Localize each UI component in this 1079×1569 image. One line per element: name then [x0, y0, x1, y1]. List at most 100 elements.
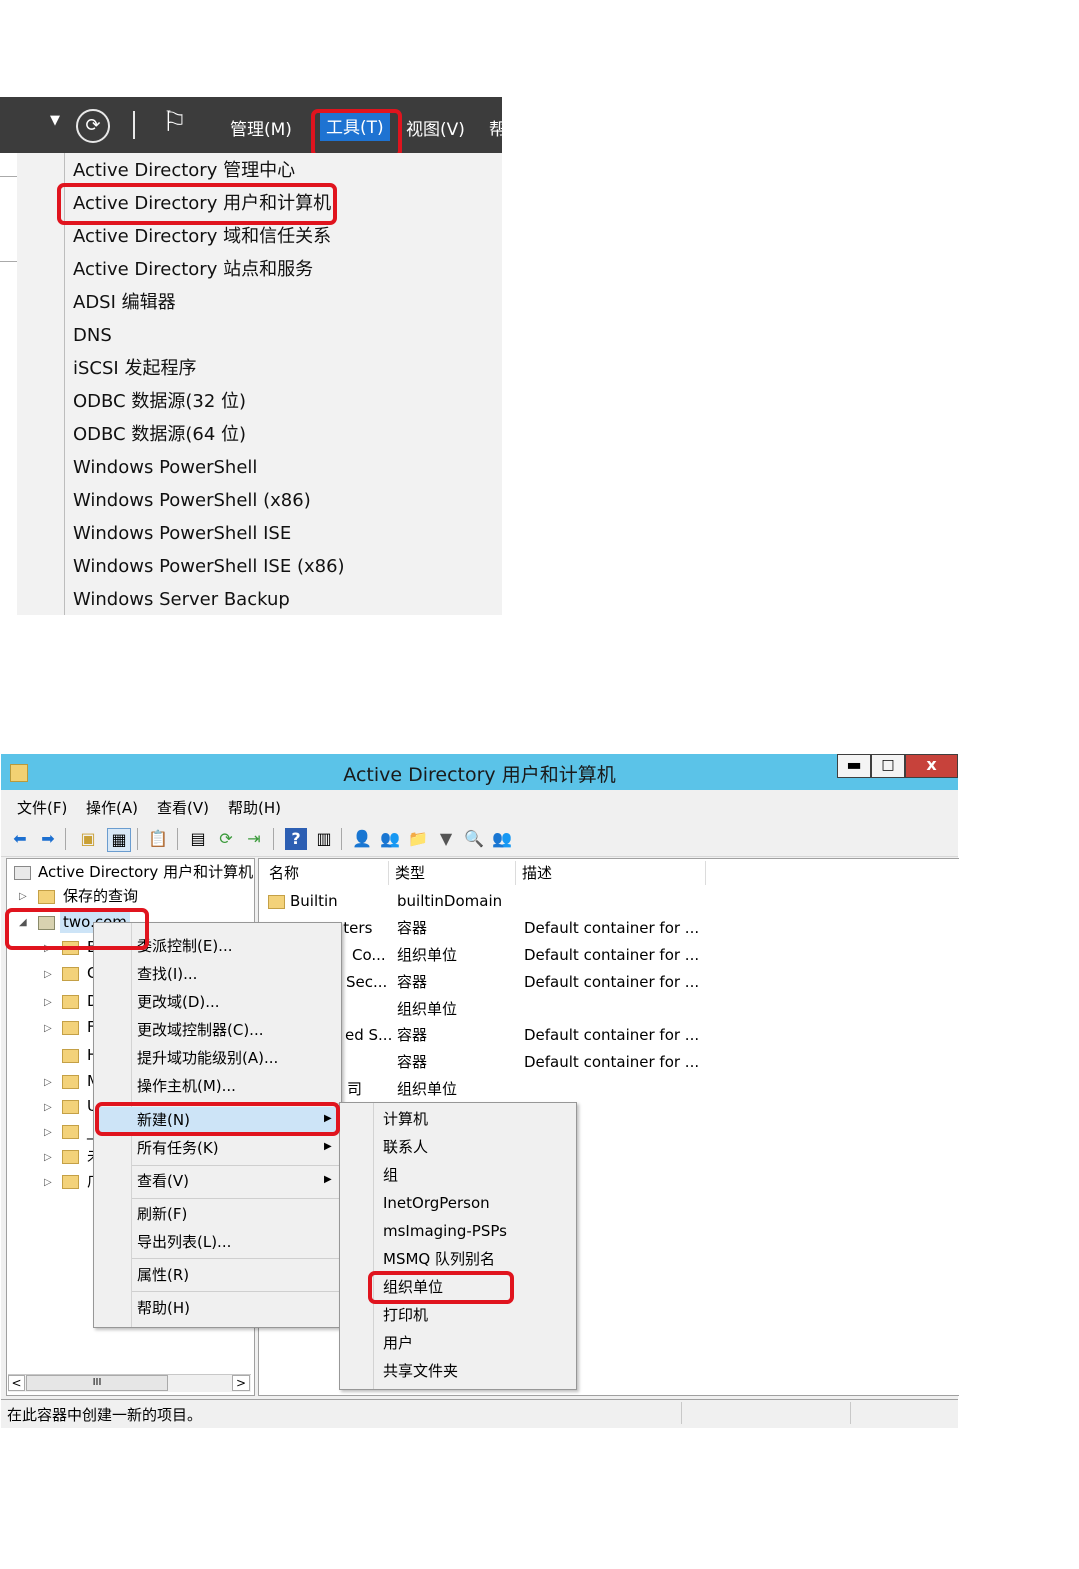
tools-item-odbc-64[interactable]: ODBC 数据源(64 位): [73, 422, 246, 448]
ctx-refresh[interactable]: 刷新(F): [137, 1202, 187, 1226]
column-header-type[interactable]: 类型: [389, 861, 516, 885]
tools-item-iscsi[interactable]: iSCSI 发起程序: [73, 356, 196, 382]
column-header-desc[interactable]: 描述: [516, 861, 706, 885]
row-desc: Default container for ...: [524, 1026, 700, 1044]
folder-icon: [268, 895, 285, 909]
tools-item-adsi-edit[interactable]: ADSI 编辑器: [73, 290, 176, 316]
scroll-left-button[interactable]: <: [8, 1375, 25, 1391]
ctx-find[interactable]: 查找(I)...: [137, 962, 197, 986]
menu-view[interactable]: 查看(V): [157, 797, 209, 818]
ctx-properties[interactable]: 属性(R): [137, 1263, 189, 1287]
expand-arrow-icon[interactable]: ▷: [44, 1152, 52, 1163]
filter-icon[interactable]: ▼: [435, 828, 457, 850]
new-group[interactable]: 组: [383, 1163, 398, 1187]
new-user-icon[interactable]: 👤: [351, 828, 373, 850]
row-type: 容器: [397, 973, 428, 991]
ctx-help[interactable]: 帮助(H): [137, 1296, 190, 1320]
ctx-export-list[interactable]: 导出列表(L)...: [137, 1230, 231, 1254]
expand-arrow-icon[interactable]: ▷: [44, 1023, 52, 1034]
up-folder-icon[interactable]: ▣: [77, 828, 99, 850]
ctx-view[interactable]: 查看(V): [137, 1169, 189, 1193]
ctx-delegate-control[interactable]: 委派控制(E)...: [137, 934, 233, 958]
menu-help[interactable]: 帮助(H): [228, 797, 281, 818]
new-msmq-alias[interactable]: MSMQ 队列别名: [383, 1247, 495, 1271]
forward-icon[interactable]: ➡: [37, 828, 59, 850]
help-icon[interactable]: ?: [285, 828, 307, 850]
menu-separator: [132, 1103, 340, 1104]
row-name[interactable]: Sec...: [346, 969, 387, 995]
minimize-button[interactable]: ▬: [837, 754, 871, 778]
row-name[interactable]: ed S...: [345, 1022, 392, 1048]
new-ou-icon[interactable]: 📁: [407, 828, 429, 850]
tools-item-powershell-x86[interactable]: Windows PowerShell (x86): [73, 488, 311, 514]
add-to-group-icon[interactable]: 👥: [491, 828, 513, 850]
menu-separator: [132, 1165, 340, 1166]
flag-icon[interactable]: ⚐: [162, 105, 187, 138]
expand-arrow-icon[interactable]: ▷: [44, 1127, 52, 1138]
export-icon[interactable]: ⇥: [243, 828, 265, 850]
tools-item-ad-domains-trusts[interactable]: Active Directory 域和信任关系: [73, 224, 331, 250]
tools-item-server-backup[interactable]: Windows Server Backup: [73, 587, 290, 613]
find-icon[interactable]: 🔍: [463, 828, 485, 850]
tools-item-dns[interactable]: DNS: [73, 323, 112, 349]
menu-help[interactable]: 帮: [489, 115, 506, 140]
horizontal-scrollbar[interactable]: < III >: [8, 1374, 251, 1392]
tools-item-ad-users-computers[interactable]: Active Directory 用户和计算机: [73, 191, 331, 217]
tools-item-powershell-ise-x86[interactable]: Windows PowerShell ISE (x86): [73, 554, 345, 580]
ctx-all-tasks[interactable]: 所有任务(K): [137, 1136, 219, 1160]
new-computer[interactable]: 计算机: [383, 1107, 428, 1131]
row-name[interactable]: Co...: [352, 942, 386, 968]
new-msimaging-psps[interactable]: msImaging-PSPs: [383, 1219, 507, 1243]
new-inetorgperson[interactable]: InetOrgPerson: [383, 1191, 490, 1215]
new-printer[interactable]: 打印机: [383, 1303, 428, 1327]
scroll-right-button[interactable]: >: [232, 1375, 250, 1391]
row-name[interactable]: 司: [347, 1076, 362, 1102]
expand-arrow-icon[interactable]: ▷: [44, 997, 52, 1008]
menu-tools[interactable]: 工具(T): [320, 110, 390, 141]
submenu-arrow-icon: ▶: [324, 1113, 332, 1124]
tools-item-powershell[interactable]: Windows PowerShell: [73, 455, 257, 481]
new-shared-folder[interactable]: 共享文件夹: [383, 1359, 458, 1383]
refresh-icon[interactable]: ⟳: [76, 109, 110, 143]
tools-item-odbc-32[interactable]: ODBC 数据源(32 位): [73, 389, 246, 415]
maximize-button[interactable]: □: [871, 754, 905, 778]
new-user[interactable]: 用户: [383, 1331, 413, 1355]
tools-item-ad-sites-services[interactable]: Active Directory 站点和服务: [73, 257, 313, 283]
ctx-operations-masters[interactable]: 操作主机(M)...: [137, 1074, 236, 1098]
column-header-name[interactable]: 名称: [263, 861, 389, 885]
tree-root[interactable]: Active Directory 用户和计算机: [38, 861, 253, 883]
new-group-icon[interactable]: 👥: [379, 828, 401, 850]
ou-folder-icon: [62, 1125, 79, 1139]
tools-item-powershell-ise[interactable]: Windows PowerShell ISE: [73, 521, 291, 547]
properties-icon[interactable]: ▤: [187, 828, 209, 850]
expand-arrow-icon[interactable]: ▷: [44, 969, 52, 980]
expand-arrow-icon[interactable]: ▷: [19, 891, 27, 902]
expand-arrow-icon[interactable]: ▷: [44, 943, 52, 954]
expand-arrow-icon[interactable]: ▷: [44, 1077, 52, 1088]
collapse-arrow-icon[interactable]: ◢: [19, 917, 27, 928]
refresh-icon[interactable]: ⟳: [215, 828, 237, 850]
expand-arrow-icon[interactable]: ▷: [44, 1177, 52, 1188]
dropdown-arrow-icon[interactable]: ▼: [50, 113, 60, 128]
ctx-change-dc[interactable]: 更改域控制器(C)...: [137, 1018, 263, 1042]
ctx-new[interactable]: 新建(N): [137, 1108, 190, 1132]
action-pane-icon[interactable]: ▥: [313, 828, 335, 850]
back-icon[interactable]: ⬅: [9, 828, 31, 850]
clipboard-icon[interactable]: 📋: [147, 828, 169, 850]
close-button[interactable]: x: [905, 754, 958, 778]
ctx-change-domain[interactable]: 更改域(D)...: [137, 990, 220, 1014]
ctx-raise-level[interactable]: 提升域功能级别(A)...: [137, 1046, 278, 1070]
scroll-thumb[interactable]: III: [26, 1375, 168, 1391]
menu-file[interactable]: 文件(F): [17, 797, 67, 818]
title-bar: Active Directory 用户和计算机 ▬ □ x: [1, 754, 958, 790]
tools-item-ad-admin-center[interactable]: Active Directory 管理中心: [73, 158, 295, 184]
expand-arrow-icon[interactable]: ▷: [44, 1102, 52, 1113]
tree-saved-queries[interactable]: 保存的查询: [63, 885, 138, 907]
menu-action[interactable]: 操作(A): [86, 797, 138, 818]
new-organizational-unit[interactable]: 组织单位: [383, 1275, 443, 1299]
new-contact[interactable]: 联系人: [383, 1135, 428, 1159]
row-name[interactable]: Builtin: [290, 888, 338, 914]
menu-manage[interactable]: 管理(M): [230, 115, 292, 140]
menu-view[interactable]: 视图(V): [406, 115, 465, 140]
show-tree-icon[interactable]: ▦: [107, 828, 131, 852]
